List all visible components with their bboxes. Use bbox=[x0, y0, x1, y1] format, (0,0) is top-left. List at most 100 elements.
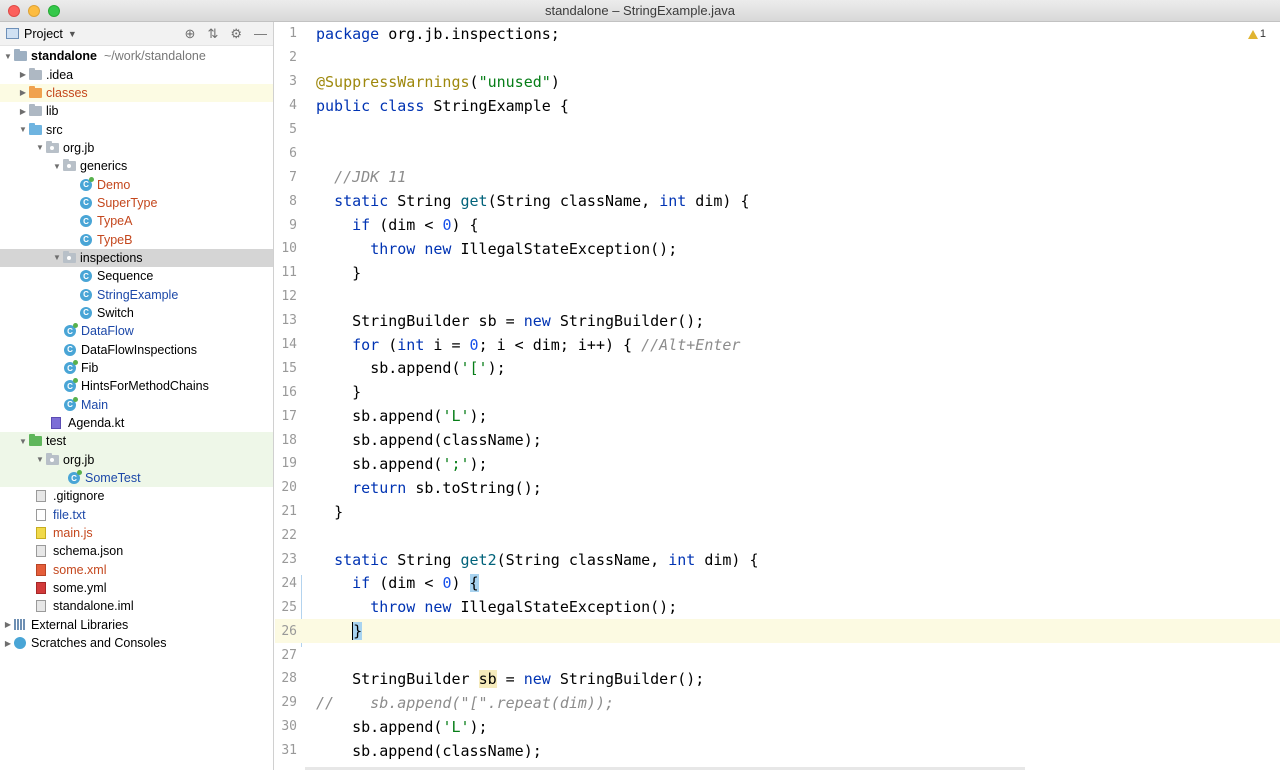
tree-item-classes[interactable]: ▶ classes bbox=[0, 83, 273, 103]
tree-item-src[interactable]: ▼ src bbox=[0, 120, 273, 138]
tree-item-label: TypeB bbox=[97, 232, 133, 247]
code-line[interactable]: 25 throw new IllegalStateException(); bbox=[275, 595, 1280, 619]
code-line[interactable]: 21 } bbox=[275, 500, 1280, 524]
tree-item-label: Sequence bbox=[97, 269, 154, 284]
tree-item-test[interactable]: ▼ test bbox=[0, 432, 273, 451]
code-line[interactable]: 1 package org.jb.inspections; bbox=[275, 22, 1280, 46]
tree-item-label: some.xml bbox=[53, 562, 107, 577]
code-line-current[interactable]: 26 } bbox=[275, 619, 1280, 644]
code-line[interactable]: 5 bbox=[275, 118, 1280, 142]
tree-item-file-txt[interactable]: file.txt bbox=[0, 506, 273, 524]
maximize-window-button[interactable] bbox=[48, 5, 60, 17]
code-editor[interactable]: 1 1 package org.jb.inspections; 2 3 @Suppr… bbox=[275, 22, 1280, 770]
collapse-arrow-icon[interactable]: ▶ bbox=[2, 620, 14, 629]
tree-item-label: SomeTest bbox=[85, 471, 141, 486]
tree-item-main[interactable]: C Main bbox=[0, 396, 273, 414]
code-line[interactable]: 10 throw new IllegalStateException(); bbox=[275, 237, 1280, 261]
tree-item-fib[interactable]: C Fib bbox=[0, 359, 273, 377]
code-line[interactable]: 24 if (dim < 0) { bbox=[275, 571, 1280, 595]
minimize-window-button[interactable] bbox=[28, 5, 40, 17]
tree-item-idea[interactable]: ▶ .idea bbox=[0, 65, 273, 83]
tree-item-scratches[interactable]: ▶ Scratches and Consoles bbox=[0, 634, 273, 652]
tree-item-some-yml[interactable]: some.yml bbox=[0, 579, 273, 597]
tree-item-some-xml[interactable]: some.xml bbox=[0, 561, 273, 579]
code-line[interactable]: 4 public class StringExample { bbox=[275, 94, 1280, 118]
line-number: 27 bbox=[281, 647, 297, 663]
code-line[interactable]: 29 // sb.append("[".repeat(dim)); bbox=[275, 691, 1280, 715]
code-line[interactable]: 16 } bbox=[275, 380, 1280, 404]
code-line[interactable]: 3 @SuppressWarnings("unused") bbox=[275, 70, 1280, 94]
collapse-arrow-icon[interactable]: ▶ bbox=[17, 88, 29, 97]
code-line[interactable]: 23 static String get2(String className, … bbox=[275, 548, 1280, 572]
hide-panel-icon[interactable]: — bbox=[254, 26, 267, 41]
code-line[interactable]: 27 bbox=[275, 643, 1280, 667]
tree-item-main-js[interactable]: main.js bbox=[0, 524, 273, 542]
code-line[interactable]: 9 if (dim < 0) { bbox=[275, 213, 1280, 237]
collapse-arrow-icon[interactable]: ▶ bbox=[17, 107, 29, 116]
file-icon bbox=[36, 490, 48, 503]
test-folder-icon bbox=[29, 434, 42, 447]
expand-arrow-icon[interactable]: ▼ bbox=[51, 253, 63, 262]
collapse-arrow-icon[interactable]: ▶ bbox=[2, 639, 14, 648]
expand-arrow-icon[interactable]: ▼ bbox=[17, 437, 29, 446]
tree-item-dataflowinspections[interactable]: C DataFlowInspections bbox=[0, 341, 273, 359]
code-line[interactable]: 8 static String get(String className, in… bbox=[275, 189, 1280, 213]
tree-item-switch[interactable]: C Switch bbox=[0, 304, 273, 322]
code-line[interactable]: 12 bbox=[275, 285, 1280, 309]
code-line[interactable]: 30 sb.append('L'); bbox=[275, 715, 1280, 739]
project-panel: Project ▼ ⊕ ⇅ ⚙ — ▼ standalone ~/work/st… bbox=[0, 22, 274, 770]
code-line[interactable]: 18 sb.append(className); bbox=[275, 428, 1280, 452]
code-line[interactable]: 19 sb.append(';'); bbox=[275, 452, 1280, 476]
tree-item-lib[interactable]: ▶ lib bbox=[0, 102, 273, 120]
line-number: 30 bbox=[281, 719, 297, 735]
collapse-arrow-icon[interactable]: ▶ bbox=[17, 70, 29, 79]
tree-item-agenda-kt[interactable]: Agenda.kt bbox=[0, 414, 273, 432]
tree-item-typeb[interactable]: C TypeB bbox=[0, 230, 273, 248]
tree-item-gitignore[interactable]: .gitignore bbox=[0, 487, 273, 505]
tree-item-standalone-iml[interactable]: standalone.iml bbox=[0, 597, 273, 615]
class-icon: C bbox=[80, 270, 92, 283]
code-line[interactable]: 20 return sb.toString(); bbox=[275, 476, 1280, 500]
code-line[interactable]: 31 sb.append(className); bbox=[275, 739, 1280, 763]
code-line[interactable]: 17 sb.append('L'); bbox=[275, 404, 1280, 428]
tree-item-dataflow[interactable]: C DataFlow bbox=[0, 322, 273, 340]
tree-item-standalone[interactable]: ▼ standalone ~/work/standalone bbox=[0, 47, 273, 65]
code-lines: 1 package org.jb.inspections; 2 3 @Suppres… bbox=[275, 22, 1280, 763]
tree-item-org-jb[interactable]: ▼ org.jb bbox=[0, 139, 273, 157]
close-window-button[interactable] bbox=[8, 5, 20, 17]
tree-item-sequence[interactable]: C Sequence bbox=[0, 267, 273, 285]
gear-icon[interactable]: ⚙ bbox=[230, 26, 242, 42]
locate-file-icon[interactable]: ⊕ bbox=[185, 26, 196, 42]
line-text: // sb.append("[".repeat(dim)); bbox=[316, 693, 615, 712]
tree-item-stringexample[interactable]: C StringExample bbox=[0, 285, 273, 303]
project-view-selector[interactable]: Project bbox=[24, 27, 63, 41]
code-line[interactable]: 28 StringBuilder sb = new StringBuilder(… bbox=[275, 667, 1280, 691]
tree-item-schema-json[interactable]: schema.json bbox=[0, 542, 273, 560]
tree-item-inspections[interactable]: ▼ inspections bbox=[0, 248, 273, 268]
tree-item-sometest[interactable]: C SomeTest bbox=[0, 468, 273, 488]
title-bar: standalone – StringExample.java bbox=[0, 0, 1280, 22]
tree-item-typea[interactable]: C TypeA bbox=[0, 212, 273, 230]
tree-item-hintsformethodchains[interactable]: C HintsForMethodChains bbox=[0, 377, 273, 395]
code-line[interactable]: 22 bbox=[275, 524, 1280, 548]
code-line[interactable]: 11 } bbox=[275, 261, 1280, 285]
code-line[interactable]: 14 for (int i = 0; i < dim; i++) { //Alt… bbox=[275, 333, 1280, 357]
expand-arrow-icon[interactable]: ▼ bbox=[34, 455, 46, 464]
tree-item-generics[interactable]: ▼ generics bbox=[0, 157, 273, 175]
code-line[interactable]: 13 StringBuilder sb = new StringBuilder(… bbox=[275, 309, 1280, 333]
chevron-down-icon[interactable]: ▼ bbox=[68, 29, 77, 39]
tree-item-test-org-jb[interactable]: ▼ org.jb bbox=[0, 450, 273, 469]
expand-arrow-icon[interactable]: ▼ bbox=[34, 143, 46, 152]
collapse-all-icon[interactable]: ⇅ bbox=[207, 26, 218, 42]
expand-arrow-icon[interactable]: ▼ bbox=[17, 125, 29, 134]
expand-arrow-icon[interactable]: ▼ bbox=[2, 52, 14, 61]
expand-arrow-icon[interactable]: ▼ bbox=[51, 162, 63, 171]
tree-item-demo[interactable]: C Demo bbox=[0, 175, 273, 193]
line-number: 9 bbox=[289, 217, 297, 233]
code-line[interactable]: 2 bbox=[275, 46, 1280, 70]
code-line[interactable]: 7 //JDK 11 bbox=[275, 165, 1280, 189]
tree-item-supertype[interactable]: C SuperType bbox=[0, 194, 273, 212]
code-line[interactable]: 15 sb.append('['); bbox=[275, 356, 1280, 380]
tree-item-external-libraries[interactable]: ▶ External Libraries bbox=[0, 616, 273, 634]
code-line[interactable]: 6 bbox=[275, 141, 1280, 165]
